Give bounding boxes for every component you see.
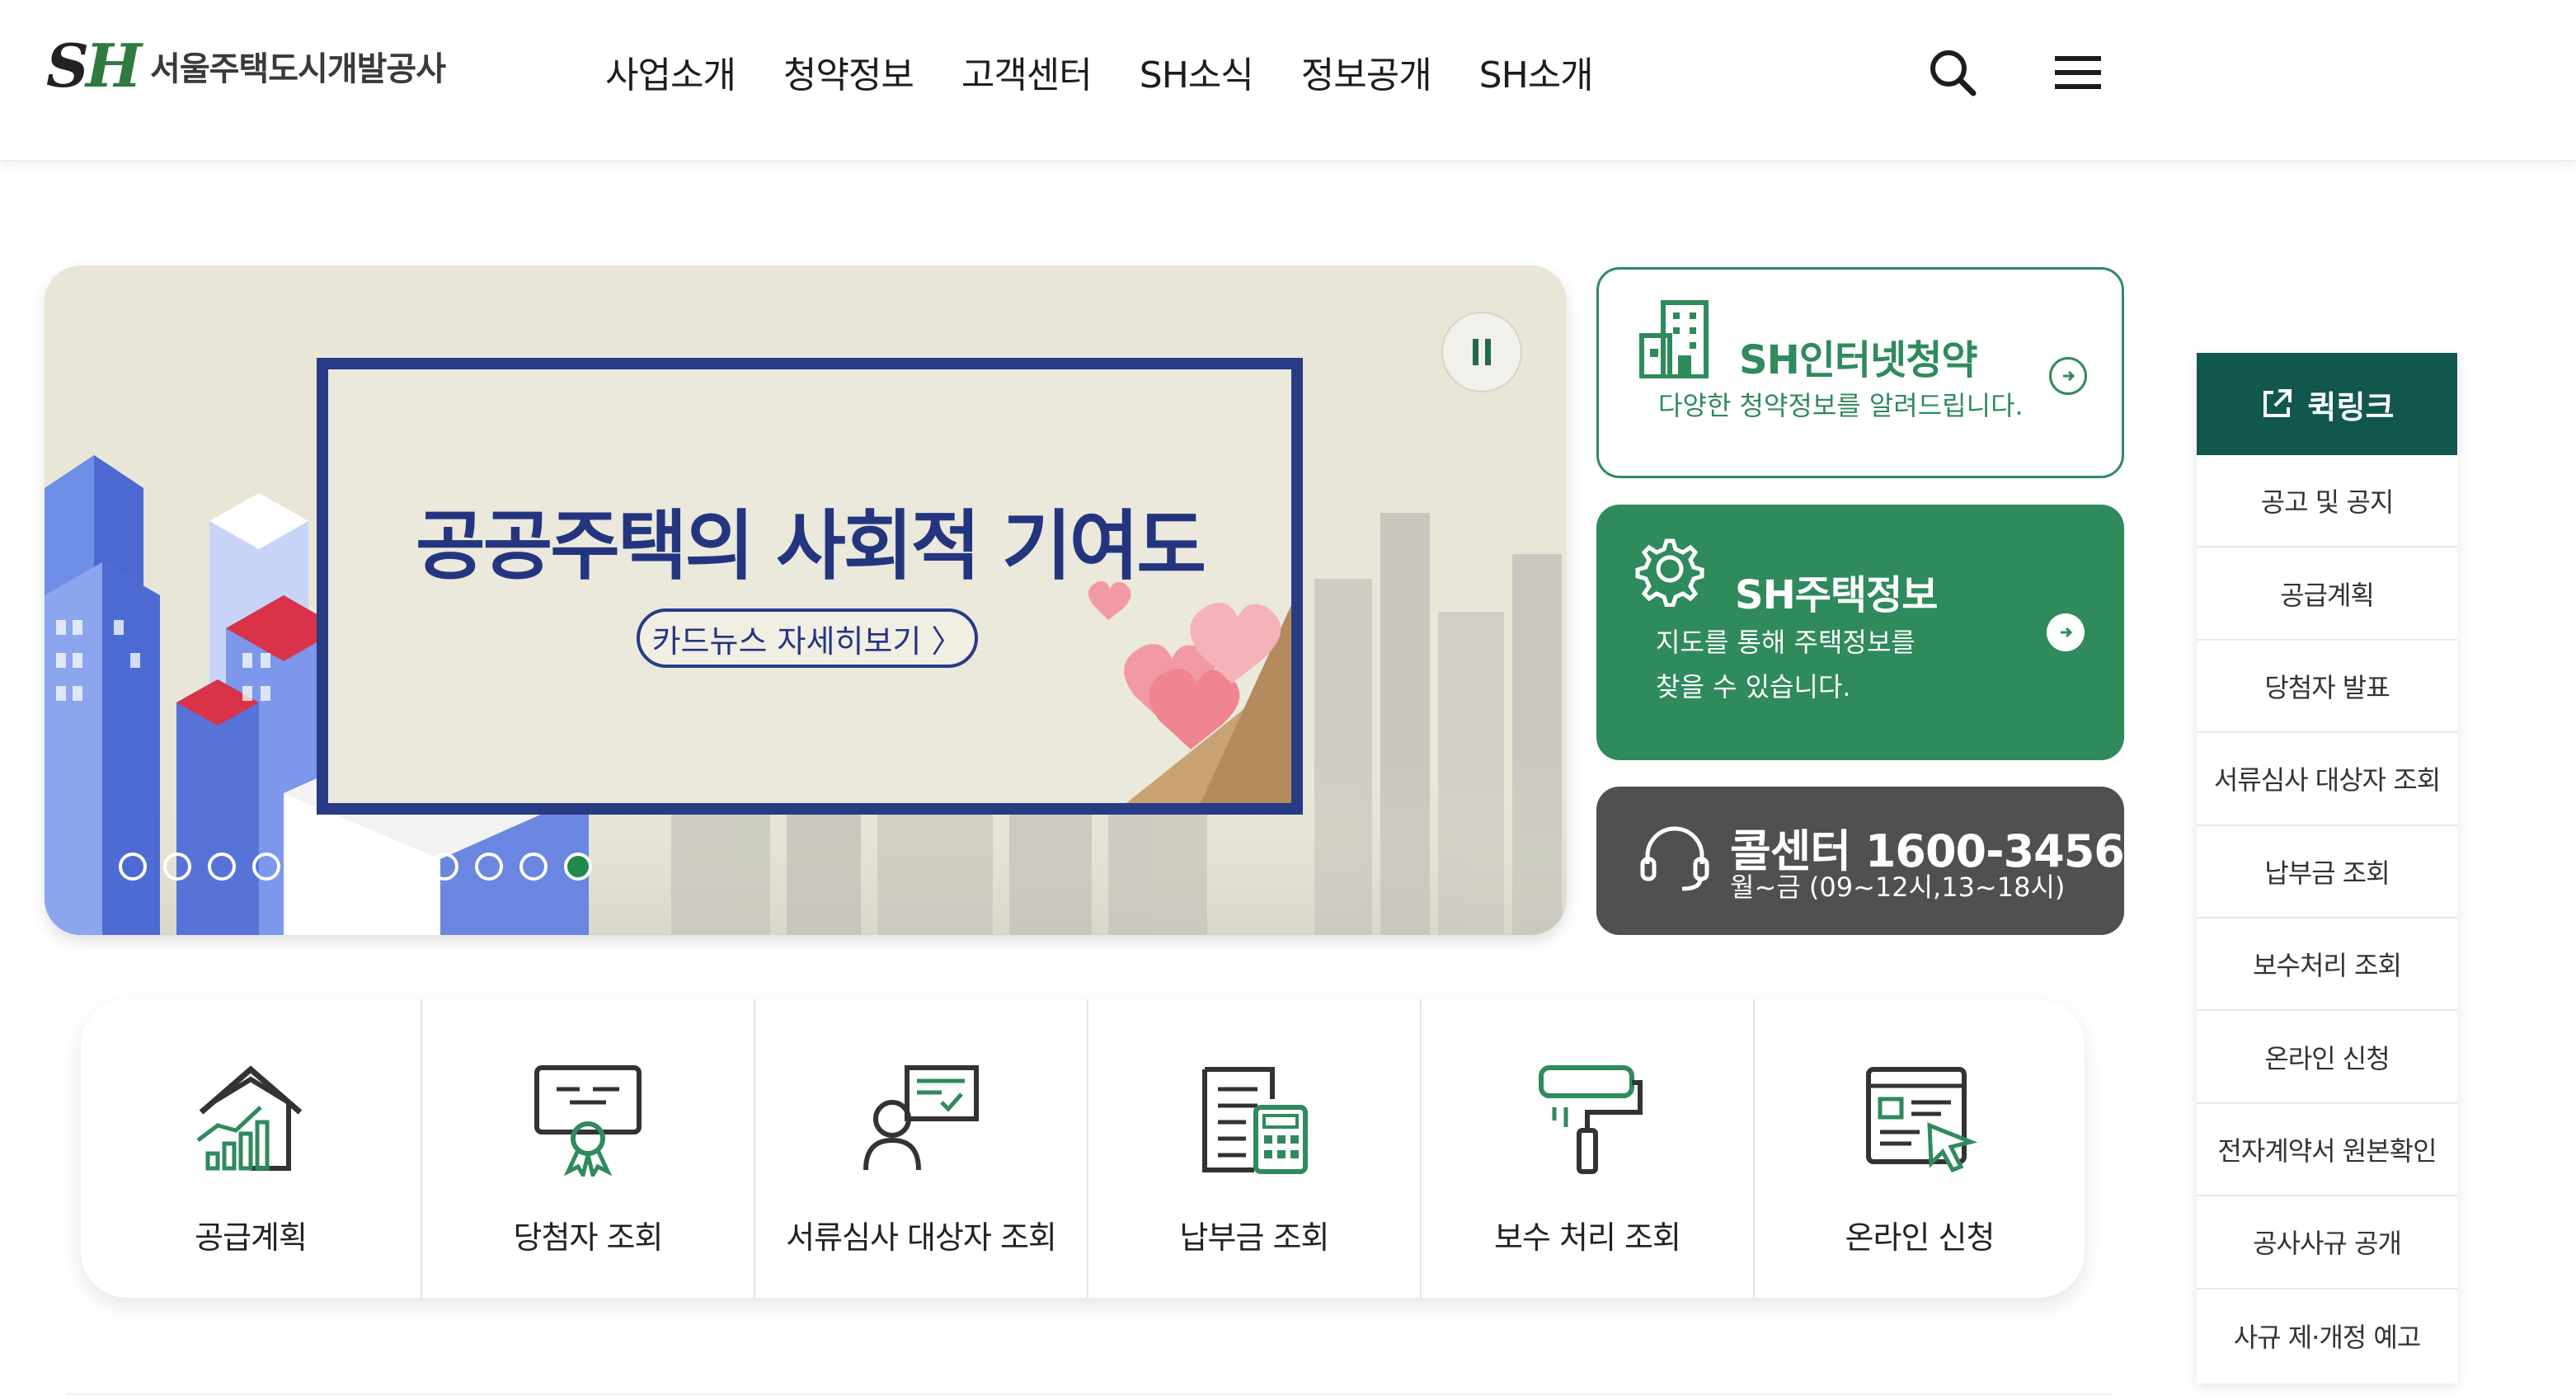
quicklink-item-regulations[interactable]: 공사사규 공개 (2197, 1196, 2457, 1290)
quicklink-item-e-contract[interactable]: 전자계약서 원본확인 (2197, 1104, 2457, 1197)
slider-pagination (119, 853, 609, 881)
calculator-document-icon (1192, 1057, 1316, 1181)
nav-item-about[interactable]: SH소개 (1479, 48, 1594, 104)
service-label: 서류심사 대상자 조회 (786, 1219, 1057, 1256)
hamburger-menu-icon (2055, 56, 2101, 89)
quicklink-title: 퀵링크 (2307, 388, 2395, 425)
quicklink-item-document-review[interactable]: 서류심사 대상자 조회 (2197, 733, 2457, 826)
house-chart-icon (189, 1057, 313, 1181)
hero-detail-link[interactable]: 카드뉴스 자세히보기 〉 (637, 608, 978, 668)
service-label: 당첨자 조회 (513, 1219, 664, 1256)
nav-item-news[interactable]: SH소식 (1140, 48, 1254, 104)
gear-house-icon (1635, 538, 1704, 607)
slider-dot-2[interactable] (163, 853, 191, 881)
service-shortcuts: 공급계획 당첨자 조회 서류심사 대상자 조회 납부금 조회 보수 처리 조회 … (81, 999, 2085, 1298)
slider-dot-7[interactable] (386, 853, 414, 881)
service-label: 공급계획 (195, 1219, 308, 1256)
quicklink-panel: 퀵링크 공고 및 공지 공급계획 당첨자 발표 서류심사 대상자 조회 납부금 … (2197, 353, 2457, 1384)
logo-mark: SH (46, 31, 142, 101)
housing-info-card[interactable]: SH주택정보 지도를 통해 주택정보를 찾을 수 있습니다. (1596, 505, 2124, 760)
internet-subscription-desc: 다양한 청약정보를 알려드립니다. (1658, 390, 2024, 421)
arrow-right-icon (2047, 613, 2085, 651)
quicklink-item-payment[interactable]: 납부금 조회 (2197, 826, 2457, 918)
hero-card: 공공주택의 사회적 기여도 (317, 358, 1303, 815)
quicklink-item-winners[interactable]: 당첨자 발표 (2197, 641, 2457, 734)
quicklink-item-regulation-notice[interactable]: 사규 제·개정 예고 (2197, 1290, 2457, 1382)
site-logo[interactable]: SH 서울주택도시개발공사 (46, 31, 446, 101)
nav-item-customer-center[interactable]: 고객센터 (961, 48, 1093, 104)
main-nav: 사업소개 청약정보 고객센터 SH소식 정보공개 SH소개 (605, 48, 1641, 104)
slider-dot-11[interactable] (564, 853, 592, 881)
internet-subscription-title: SH인터넷청약 (1739, 337, 1978, 383)
service-online-apply[interactable]: 온라인 신청 (1755, 999, 2085, 1298)
call-center-card[interactable]: 콜센터 1600-3456 월~금 (09~12시,13~18시) (1596, 787, 2125, 935)
service-repair[interactable]: 보수 처리 조회 (1422, 999, 1755, 1298)
quicklink-item-supply-plan[interactable]: 공급계획 (2197, 547, 2457, 641)
search-icon (1930, 50, 1977, 96)
menu-button[interactable] (2050, 43, 2106, 102)
quicklink-item-repair[interactable]: 보수처리 조회 (2197, 918, 2457, 1012)
online-form-icon (1858, 1057, 1981, 1181)
internet-subscription-card[interactable]: SH인터넷청약 다양한 청약정보를 알려드립니다. (1596, 267, 2124, 478)
housing-info-desc-line2: 찾을 수 있습니다. (1656, 671, 1851, 702)
pause-icon (1473, 339, 1491, 365)
slider-pause-button[interactable] (1441, 312, 1522, 392)
slider-dot-4[interactable] (252, 853, 280, 881)
service-supply-plan[interactable]: 공급계획 (81, 999, 422, 1298)
slider-dot-8[interactable] (430, 853, 458, 881)
nav-item-business[interactable]: 사업소개 (605, 48, 736, 104)
slider-dot-5[interactable] (297, 853, 325, 881)
quicklink-item-online-apply[interactable]: 온라인 신청 (2197, 1011, 2457, 1104)
divider (66, 1393, 2111, 1395)
headset-icon (1640, 826, 1709, 891)
nav-item-subscription[interactable]: 청약정보 (783, 48, 914, 104)
service-payment[interactable]: 납부금 조회 (1088, 999, 1422, 1298)
quicklink-header: 퀵링크 (2197, 353, 2457, 455)
logo-text: 서울주택도시개발공사 (150, 50, 446, 88)
slider-dot-1[interactable] (119, 853, 147, 881)
search-button[interactable] (1925, 43, 1981, 102)
hero-banner[interactable]: 공공주택의 사회적 기여도 카드뉴스 자세히보기 〉 (45, 265, 1567, 935)
housing-info-desc-line1: 지도를 통해 주택정보를 (1656, 627, 1916, 658)
service-label: 온라인 신청 (1845, 1219, 1995, 1256)
nav-item-disclosure[interactable]: 정보공개 (1301, 48, 1432, 104)
service-document-review[interactable]: 서류심사 대상자 조회 (755, 999, 1088, 1298)
building-icon (1639, 300, 1709, 378)
slider-dot-10[interactable] (519, 853, 548, 881)
external-link-icon (2263, 389, 2292, 417)
slider-dot-3[interactable] (208, 853, 236, 881)
slider-dot-6[interactable] (341, 853, 369, 881)
slider-dot-9[interactable] (475, 853, 503, 881)
service-winners[interactable]: 당첨자 조회 (422, 999, 755, 1298)
service-label: 납부금 조회 (1179, 1219, 1330, 1256)
service-label: 보수 처리 조회 (1494, 1219, 1681, 1256)
person-document-icon (859, 1057, 983, 1181)
certificate-icon (526, 1057, 650, 1181)
call-center-hours: 월~금 (09~12시,13~18시) (1730, 871, 2066, 903)
hero-title: 공공주택의 사회적 기여도 (415, 502, 1206, 590)
arrow-right-icon (2049, 357, 2087, 395)
paint-roller-icon (1525, 1057, 1649, 1181)
site-header: SH 서울주택도시개발공사 사업소개 청약정보 고객센터 SH소식 정보공개 S… (0, 0, 2576, 162)
housing-info-title: SH주택정보 (1735, 572, 1938, 618)
quicklink-item-notice[interactable]: 공고 및 공지 (2197, 455, 2457, 548)
